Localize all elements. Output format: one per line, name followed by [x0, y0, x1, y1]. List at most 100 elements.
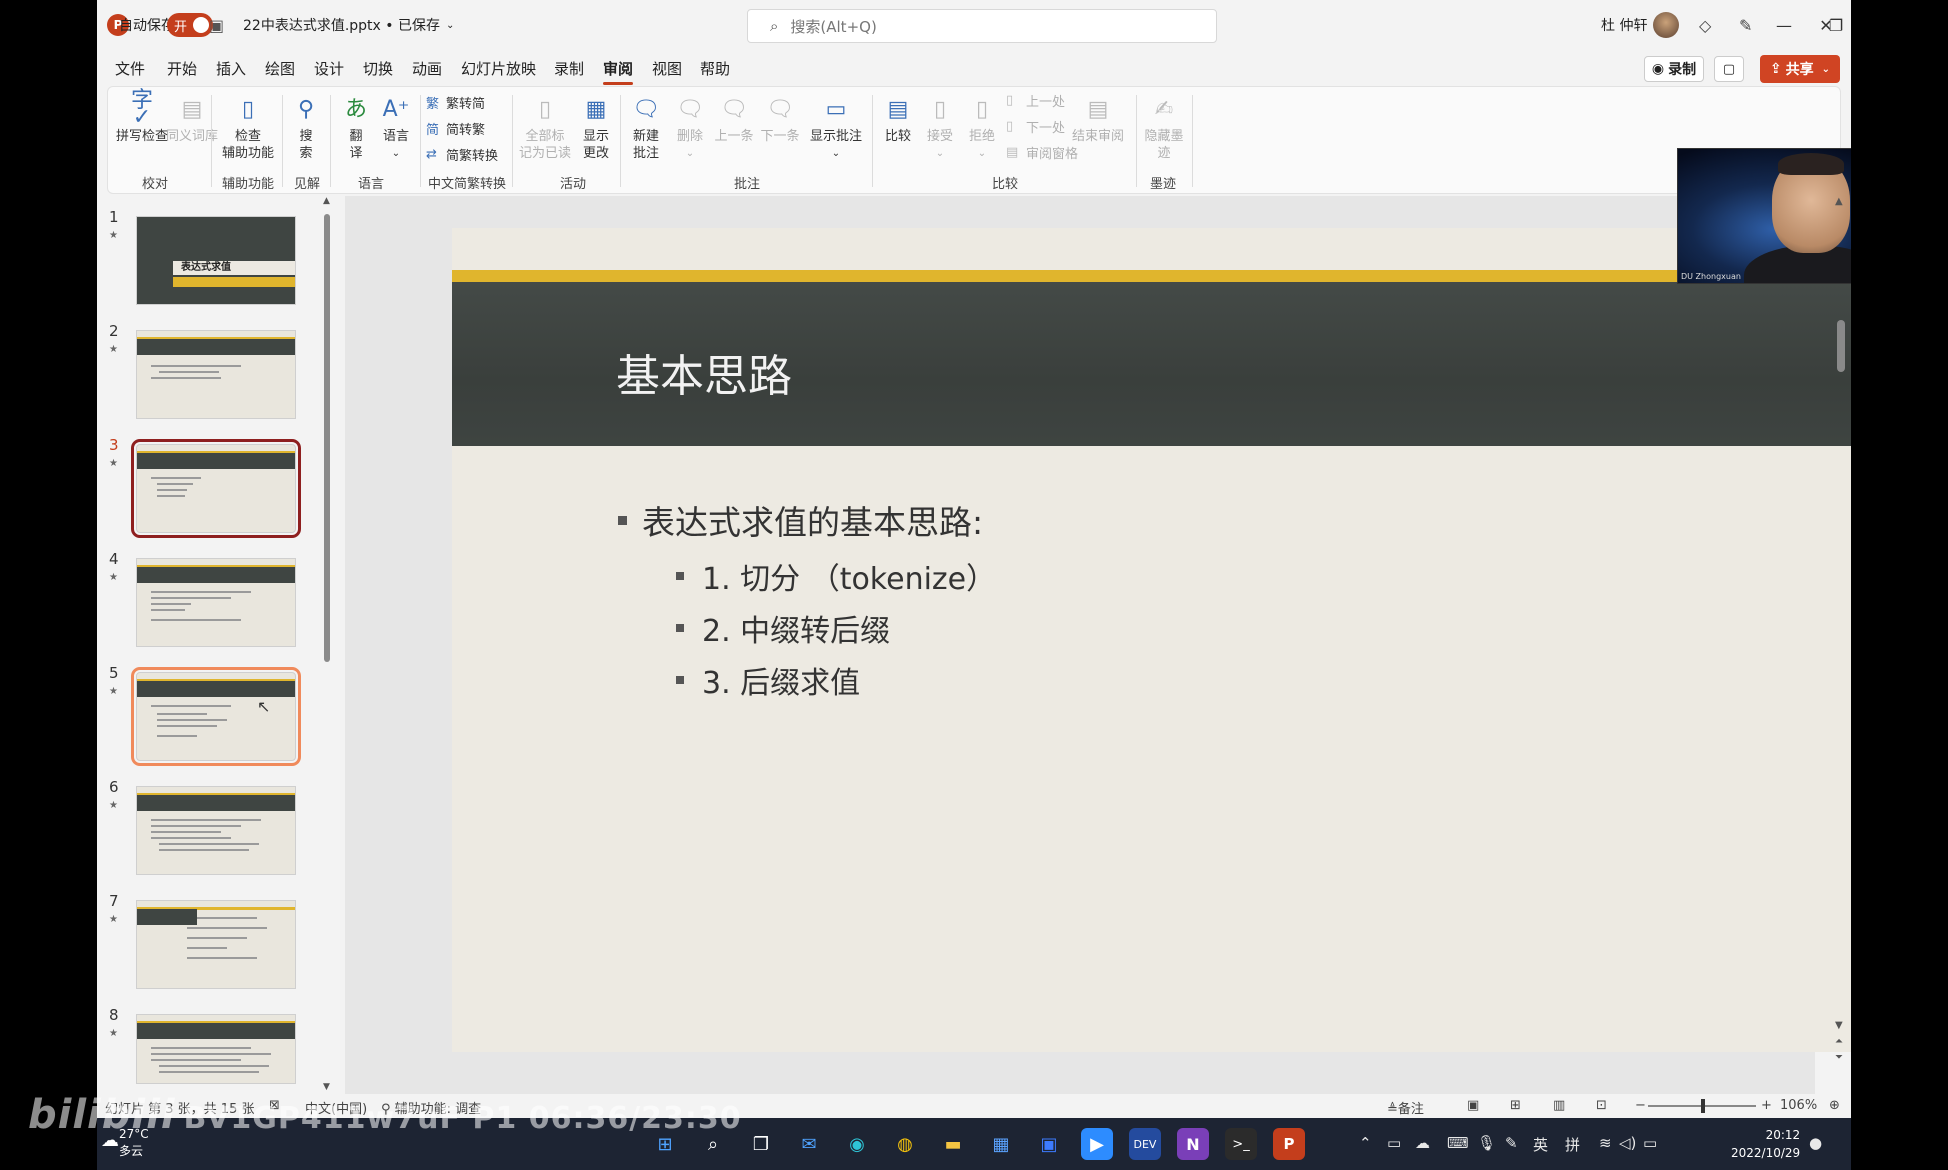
- wifi-icon[interactable]: ≋: [1599, 1134, 1612, 1152]
- trad-to-simp-button[interactable]: 繁繁转简: [426, 93, 485, 112]
- zoom-slider-thumb[interactable]: [1701, 1099, 1705, 1113]
- comments-button[interactable]: ▢: [1714, 56, 1744, 82]
- language-button[interactable]: A⁺ 语言 ⌄: [376, 93, 416, 162]
- previous-comment-button[interactable]: 🗨 上一条: [712, 93, 756, 145]
- next-slide-icon[interactable]: ⏷: [1835, 1052, 1843, 1063]
- volume-icon[interactable]: ◁): [1619, 1134, 1636, 1152]
- menu-design[interactable]: 设计: [314, 58, 344, 79]
- scroll-down-icon[interactable]: ▼: [323, 1082, 330, 1092]
- close-icon[interactable]: ✕: [1801, 0, 1851, 50]
- notes-button[interactable]: ≜备注: [1387, 1098, 1424, 1117]
- zoom-app-icon[interactable]: ▶: [1081, 1128, 1113, 1160]
- current-slide[interactable]: 基本思路 表达式求值的基本思路: 1. 切分 （tokenize） 2. 中缀转…: [452, 228, 1851, 1052]
- slide-scroll-thumb[interactable]: [1837, 320, 1845, 372]
- edge-browser-icon[interactable]: ◉: [841, 1128, 873, 1160]
- slide-thumbnail-3[interactable]: [131, 439, 301, 538]
- keyboard-icon[interactable]: ⌨: [1447, 1134, 1469, 1152]
- end-review-button[interactable]: ▤ 结束审阅: [1068, 93, 1128, 145]
- task-view-icon[interactable]: ❐: [745, 1128, 777, 1160]
- menu-home[interactable]: 开始: [167, 58, 197, 79]
- slideshow-icon[interactable]: ⊡: [1596, 1098, 1607, 1113]
- show-comments-button[interactable]: ▭ 显示批注 ⌄: [808, 93, 864, 162]
- notification-icon[interactable]: ●: [1809, 1134, 1822, 1152]
- microphone-icon[interactable]: 🎙: [1477, 1134, 1496, 1152]
- delete-comment-button[interactable]: 🗨 删除 ⌄: [670, 93, 710, 162]
- pen-icon[interactable]: ✎: [1739, 0, 1752, 50]
- slide-thumbnail-8[interactable]: [136, 1014, 296, 1084]
- file-name[interactable]: 22中表达式求值.pptx • 已保存 ⌄: [243, 0, 454, 50]
- slide-thumbnail-6[interactable]: [136, 786, 296, 875]
- show-changes-button[interactable]: ▦ 显示 更改: [576, 93, 616, 162]
- file-explorer-icon[interactable]: ▬: [937, 1128, 969, 1160]
- diamond-icon[interactable]: ◇: [1699, 0, 1711, 50]
- menu-help[interactable]: 帮助: [700, 58, 730, 79]
- slide-thumbnail-5[interactable]: ↖: [131, 667, 301, 766]
- chevron-up-icon[interactable]: ⌃: [1359, 1134, 1372, 1152]
- powerpoint-taskbar-icon[interactable]: P: [1273, 1128, 1305, 1160]
- dev-app-icon[interactable]: DEV: [1129, 1128, 1161, 1160]
- simp-trad-convert-button[interactable]: ⇄ 简繁转换: [426, 145, 498, 164]
- menu-file[interactable]: 文件: [115, 58, 145, 79]
- display-icon[interactable]: ▭: [1387, 1134, 1401, 1152]
- check-accessibility-button[interactable]: ▯ 检查 辅助功能: [218, 93, 278, 162]
- pen-icon[interactable]: ✎: [1505, 1134, 1518, 1152]
- reading-view-icon[interactable]: ▥: [1553, 1098, 1565, 1113]
- thumbnail-scroll-thumb[interactable]: [324, 214, 330, 662]
- scroll-down-icon[interactable]: ▼: [1835, 1020, 1843, 1031]
- slide-scrollbar[interactable]: ▲ ▼ ⏶ ⏷: [1834, 196, 1848, 1076]
- next-comment-button[interactable]: 🗨 下一条: [758, 93, 802, 145]
- scroll-up-icon[interactable]: ▲: [323, 196, 330, 206]
- autosave-toggle[interactable]: 开: [167, 0, 213, 50]
- slide-sorter-icon[interactable]: ⊞: [1510, 1098, 1521, 1113]
- slide-title[interactable]: 基本思路: [616, 340, 792, 404]
- slide-thumbnail-7[interactable]: [136, 900, 296, 989]
- hide-ink-button[interactable]: ✍ 隐藏墨迹: [1140, 93, 1188, 162]
- chrome-browser-icon[interactable]: ◍: [889, 1128, 921, 1160]
- menu-view[interactable]: 视图: [652, 58, 682, 79]
- mark-all-read-button[interactable]: ▯ 全部标 记为已读: [514, 93, 576, 162]
- system-clock[interactable]: 20:12 2022/10/29: [1731, 1126, 1800, 1162]
- ime-mode[interactable]: 拼: [1565, 1134, 1580, 1155]
- simp-to-trad-button[interactable]: 简简转繁: [426, 119, 485, 138]
- new-comment-button[interactable]: 🗨 新建 批注: [626, 93, 666, 162]
- slide-thumbnail-2[interactable]: [136, 330, 296, 419]
- spell-check-button[interactable]: 字✓ 拼写检查: [114, 90, 170, 145]
- battery-icon[interactable]: ▭: [1643, 1134, 1657, 1152]
- compare-button[interactable]: ▤ 比较: [878, 93, 918, 145]
- store-icon[interactable]: ▦: [985, 1128, 1017, 1160]
- zoom-level[interactable]: 106%: [1780, 1098, 1817, 1113]
- slide-thumbnail-1[interactable]: 表达式求值: [136, 216, 296, 305]
- onenote-icon[interactable]: N: [1177, 1128, 1209, 1160]
- save-icon[interactable]: ▣: [209, 0, 224, 50]
- previous-change-button[interactable]: ▯ 上一处: [1006, 91, 1065, 110]
- smart-lookup-button[interactable]: ⚲ 搜索: [286, 93, 326, 162]
- user-name[interactable]: 杜 仲轩: [1601, 0, 1647, 50]
- next-change-button[interactable]: ▯ 下一处: [1006, 117, 1065, 136]
- accept-button[interactable]: ▯ 接受 ⌄: [920, 93, 960, 162]
- ime-language[interactable]: 英: [1533, 1134, 1548, 1155]
- reject-button[interactable]: ▯ 拒绝 ⌄: [962, 93, 1002, 162]
- scroll-up-icon[interactable]: ▲: [1835, 196, 1843, 207]
- zoom-in-icon[interactable]: +: [1761, 1098, 1772, 1113]
- slide-content-placeholder[interactable]: 表达式求值的基本思路: 1. 切分 （tokenize） 2. 中缀转后缀 3.…: [618, 496, 996, 710]
- share-button[interactable]: ⇪ 共享 ⌄: [1760, 55, 1840, 83]
- terminal-icon[interactable]: >_: [1225, 1128, 1257, 1160]
- menu-animations[interactable]: 动画: [412, 58, 442, 79]
- menu-insert[interactable]: 插入: [216, 58, 246, 79]
- zoom-out-icon[interactable]: −: [1635, 1098, 1646, 1113]
- previous-slide-icon[interactable]: ⏶: [1835, 1036, 1843, 1047]
- avatar[interactable]: [1653, 0, 1679, 50]
- menu-transitions[interactable]: 切换: [363, 58, 393, 79]
- slide-thumbnail-4[interactable]: [136, 558, 296, 647]
- fit-to-window-icon[interactable]: ⊕: [1829, 1098, 1840, 1113]
- mail-icon[interactable]: ✉: [793, 1128, 825, 1160]
- menu-record[interactable]: 录制: [554, 58, 584, 79]
- thumbnail-scrollbar[interactable]: ▲ ▼: [322, 196, 332, 1096]
- menu-slideshow[interactable]: 幻灯片放映: [461, 58, 536, 79]
- translate-button[interactable]: あ翻译: [336, 93, 376, 162]
- record-button[interactable]: ◉ 录制: [1644, 56, 1704, 82]
- meeting-app-icon[interactable]: ▣: [1033, 1128, 1065, 1160]
- onedrive-icon[interactable]: ☁: [1415, 1134, 1430, 1152]
- menu-review[interactable]: 审阅: [603, 58, 634, 85]
- normal-view-icon[interactable]: ▣: [1467, 1098, 1479, 1113]
